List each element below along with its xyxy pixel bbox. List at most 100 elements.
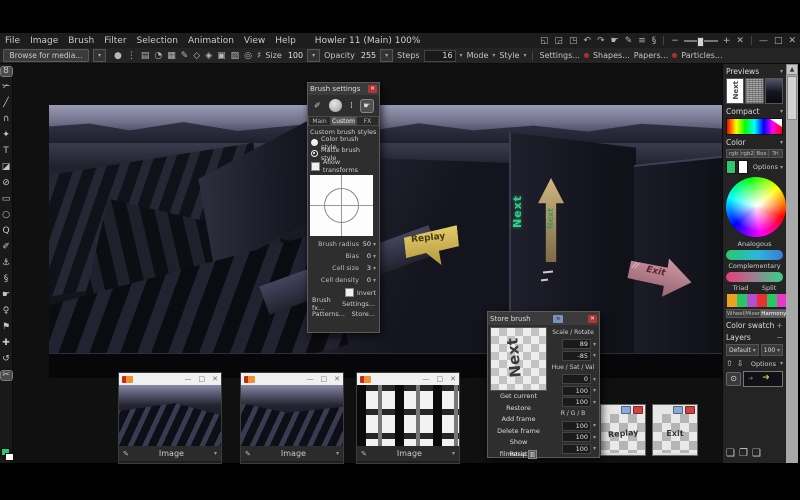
color-wheel[interactable] bbox=[726, 177, 786, 237]
minimize-icon[interactable]: — bbox=[307, 375, 314, 383]
flag-tool-icon[interactable]: ⚑ bbox=[1, 323, 12, 332]
field-value[interactable]: 3 bbox=[361, 264, 371, 272]
primary-color-swatch[interactable] bbox=[726, 160, 736, 174]
settings-button[interactable]: Settings... bbox=[539, 51, 579, 60]
scroll-up-arrow-icon[interactable]: ▲ bbox=[786, 64, 798, 75]
compact-color-picker[interactable] bbox=[726, 118, 783, 135]
maximize-icon[interactable]: □ bbox=[199, 375, 206, 383]
style-dropdown-arrow[interactable]: ▾ bbox=[523, 52, 526, 59]
dropdown-arrow-icon[interactable]: ▾ bbox=[373, 253, 376, 260]
layers-section-header[interactable]: Layers − bbox=[726, 332, 783, 342]
pin-button[interactable] bbox=[621, 406, 631, 414]
image-window-titlebar[interactable]: — □ ✕ bbox=[241, 373, 343, 385]
papers-button[interactable]: Papers... bbox=[634, 51, 668, 60]
menu-filter[interactable]: Filter bbox=[99, 36, 131, 46]
image-thumbnail[interactable] bbox=[241, 385, 343, 446]
zoom-slider-knob[interactable] bbox=[697, 37, 704, 47]
browse-media-button[interactable]: Browse for media... bbox=[3, 49, 89, 62]
nofill-tool-icon[interactable]: ⊘ bbox=[1, 179, 12, 188]
collapse-layers-button[interactable]: − bbox=[776, 333, 783, 342]
close-icon[interactable]: ✕ bbox=[588, 315, 597, 323]
canvas[interactable]: Replay Next Next ∕∕ Exit bbox=[49, 105, 722, 378]
dropdown-arrow-icon[interactable]: ▾ bbox=[373, 277, 376, 284]
store-button[interactable]: Store... bbox=[352, 310, 375, 318]
delete-layer-icon[interactable]: ❑ bbox=[752, 448, 761, 461]
analogous-gradient[interactable] bbox=[726, 250, 783, 260]
brush-preview-dot[interactable] bbox=[329, 99, 342, 112]
radio-selected-icon[interactable] bbox=[311, 150, 318, 157]
collapse-arrow-icon[interactable]: ▾ bbox=[780, 108, 783, 115]
dropdown-arrow-icon[interactable]: ▾ bbox=[336, 450, 339, 457]
camera-icon[interactable]: ◎ bbox=[244, 51, 252, 61]
close-icon[interactable]: ✕ bbox=[368, 85, 377, 93]
size-preset-dropdown[interactable]: ▾ bbox=[307, 49, 320, 62]
red-spinner[interactable]: 100▾ bbox=[549, 420, 597, 432]
triad-swatches[interactable] bbox=[727, 294, 757, 307]
gradient-tool-icon[interactable]: ◪ bbox=[1, 163, 12, 172]
image-preview-thumb[interactable] bbox=[765, 78, 783, 104]
close-tool-button[interactable]: ✕ bbox=[735, 36, 745, 46]
grid-icon[interactable]: ♯ bbox=[257, 51, 261, 61]
pencil-icon[interactable]: ✎ bbox=[181, 51, 189, 61]
brush-tip-icon[interactable]: ● bbox=[114, 51, 122, 61]
shapes-button[interactable]: Shapes... bbox=[593, 51, 630, 60]
reset-view-icon[interactable]: ◳ bbox=[568, 36, 579, 46]
minimize-icon[interactable]: — bbox=[423, 375, 430, 383]
airbrush-icon[interactable]: ✐ bbox=[314, 101, 321, 110]
opacity-preset-dropdown[interactable]: ▾ bbox=[380, 49, 393, 62]
layer-opacity-dropdown[interactable]: 100▾ bbox=[761, 344, 783, 356]
style-dropdown[interactable]: Style bbox=[499, 51, 519, 60]
new-layer-icon[interactable]: ❏ bbox=[726, 448, 735, 461]
delete-frame-button[interactable]: Delete frame bbox=[490, 426, 547, 438]
close-icon[interactable]: ✕ bbox=[212, 375, 218, 383]
pattern-icon[interactable]: ▨ bbox=[231, 51, 240, 61]
close-icon[interactable]: ✕ bbox=[334, 375, 340, 383]
particles-button[interactable]: Particles... bbox=[681, 51, 722, 60]
sat-spinner[interactable]: 100▾ bbox=[549, 385, 597, 397]
field-value[interactable]: 50 bbox=[361, 240, 371, 248]
window-minimize-button[interactable]: — bbox=[758, 36, 769, 46]
shape-fill-icon[interactable]: ◈ bbox=[205, 51, 212, 61]
close-icon[interactable] bbox=[633, 406, 643, 414]
tab-box[interactable]: Box bbox=[755, 149, 769, 158]
pointer-icon[interactable]: ☛ bbox=[610, 36, 620, 46]
menu-image[interactable]: Image bbox=[25, 36, 63, 46]
collapse-arrow-icon[interactable]: ▾ bbox=[780, 68, 783, 75]
opacity-value[interactable]: 255 bbox=[361, 51, 376, 60]
store-brush-titlebar[interactable]: Store brush ≡ ✕ bbox=[488, 312, 599, 325]
zoom-out-button[interactable]: − bbox=[670, 36, 680, 46]
tab-main[interactable]: Main bbox=[308, 116, 331, 126]
hand-tool-icon[interactable]: ☛ bbox=[361, 100, 373, 112]
color-swatch-section-header[interactable]: Color swatch + bbox=[726, 320, 783, 330]
green-spinner[interactable]: 100▾ bbox=[549, 431, 597, 443]
maximize-icon[interactable]: □ bbox=[437, 375, 444, 383]
scale-spinner[interactable]: 89▾ bbox=[549, 339, 597, 351]
menu-selection[interactable]: Selection bbox=[132, 36, 183, 46]
exit-brush-preview[interactable]: Exit bbox=[653, 414, 697, 453]
tab-mixer[interactable]: Mixer bbox=[745, 309, 761, 318]
list-icon[interactable]: ≡ bbox=[637, 36, 647, 46]
checkbox-icon[interactable] bbox=[311, 162, 320, 171]
polygon-tool-icon[interactable]: ✦ bbox=[1, 131, 12, 140]
hue-spinner[interactable]: 0▾ bbox=[549, 373, 597, 385]
pressure-icon[interactable]: ⋮ bbox=[127, 51, 136, 61]
browse-media-dropdown[interactable]: ▾ bbox=[93, 49, 106, 62]
ellipse-select-tool-icon[interactable]: ○ bbox=[1, 211, 12, 220]
menu-view[interactable]: View bbox=[239, 36, 270, 46]
dropdown-arrow-icon[interactable]: ▾ bbox=[452, 450, 455, 457]
dropdown-arrow-icon[interactable]: ▾ bbox=[373, 241, 376, 248]
line-tool-icon[interactable]: ╱ bbox=[1, 99, 12, 108]
image-dropdown[interactable]: Image bbox=[251, 449, 336, 458]
close-icon[interactable]: ✕ bbox=[450, 375, 456, 383]
complementary-gradient[interactable] bbox=[726, 272, 783, 282]
field-value[interactable]: 0 bbox=[361, 276, 371, 284]
tab-tri[interactable]: Tri bbox=[769, 149, 783, 158]
zoom-slider[interactable] bbox=[684, 40, 718, 42]
restore-button[interactable]: Restore bbox=[490, 403, 547, 415]
image-window-titlebar[interactable]: — □ ✕ bbox=[357, 373, 459, 385]
collapse-arrow-icon[interactable]: ▾ bbox=[780, 139, 783, 146]
duplicate-layer-icon[interactable]: ❐ bbox=[739, 448, 748, 461]
text-tool-icon[interactable]: T bbox=[1, 147, 12, 156]
layers-icon[interactable]: ▣ bbox=[217, 51, 226, 61]
replay-sign[interactable]: Replay bbox=[403, 225, 461, 268]
